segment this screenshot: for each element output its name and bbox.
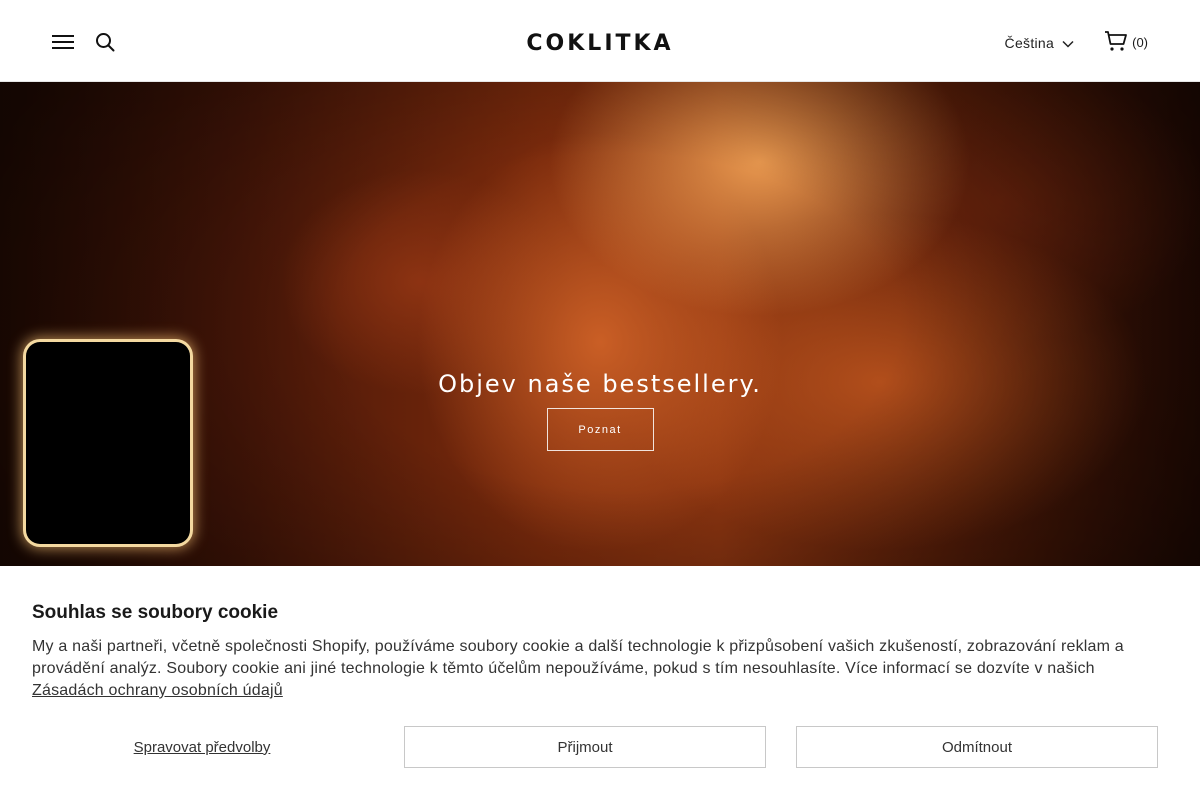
- language-selector[interactable]: Čeština: [1005, 35, 1075, 51]
- cart-button[interactable]: (0): [1104, 30, 1148, 55]
- cookie-title: Souhlas se soubory cookie: [32, 602, 279, 623]
- cookie-text: My a naši partneři, včetně společnosti S…: [32, 638, 1124, 677]
- decline-button[interactable]: Odmítnout: [796, 726, 1158, 768]
- cart-count: (0): [1132, 35, 1148, 50]
- cart-icon: [1104, 30, 1128, 55]
- header-right-controls: Čeština (0): [1005, 30, 1148, 55]
- accept-button[interactable]: Přijmout: [404, 726, 766, 768]
- hero-banner: Objev naše bestsellery. Poznat: [0, 82, 1200, 566]
- header-left-controls: [52, 30, 116, 54]
- language-label: Čeština: [1004, 34, 1055, 51]
- site-logo[interactable]: COKLITKA: [518, 28, 682, 58]
- site-header: COKLITKA Čeština (0): [0, 0, 1200, 82]
- cookie-consent-banner: Souhlas se soubory cookie My a naši part…: [0, 566, 1200, 800]
- chevron-down-icon: [1062, 35, 1074, 51]
- logo-text: COKLITKA: [526, 30, 674, 56]
- hero-cta-button[interactable]: Poznat: [546, 408, 654, 451]
- cookie-description: My a naši partneři, včetně společnosti S…: [32, 636, 1168, 702]
- privacy-policy-link[interactable]: Zásadách ochrany osobních údajů: [32, 682, 283, 699]
- manage-preferences-button[interactable]: Spravovat předvolby: [32, 726, 372, 768]
- hero-title: Objev naše bestsellery.: [438, 370, 762, 398]
- hero-content: Objev naše bestsellery. Poznat: [0, 370, 1200, 451]
- search-icon[interactable]: [94, 30, 116, 54]
- hamburger-menu-icon[interactable]: [52, 30, 74, 54]
